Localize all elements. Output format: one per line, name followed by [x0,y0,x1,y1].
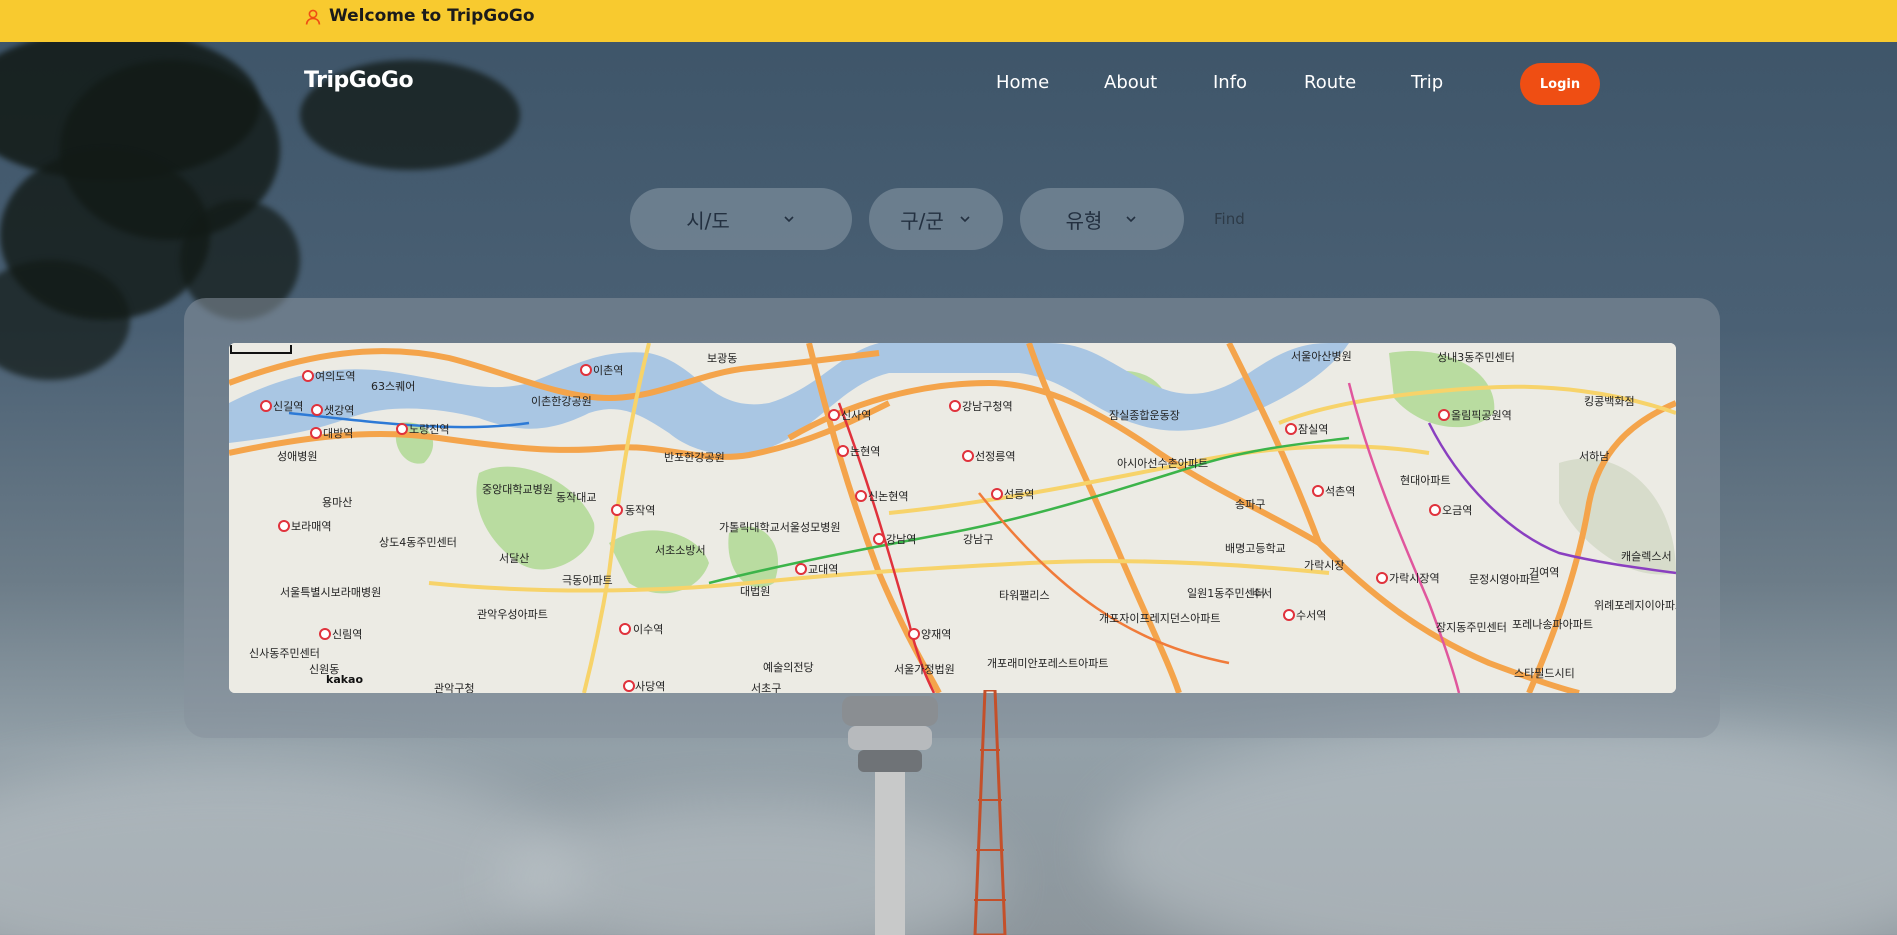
svg-text:반포한강공원: 반포한강공원 [664,451,725,464]
svg-text:송파구: 송파구 [1235,498,1265,511]
site-logo[interactable]: TripGoGo [304,68,414,93]
nav-info[interactable]: Info [1213,72,1247,93]
chevron-down-icon [960,216,970,223]
svg-text:이촌역: 이촌역 [593,364,623,377]
svg-text:신논현역: 신논현역 [868,490,908,503]
svg-text:이수역: 이수역 [633,623,663,636]
svg-text:신림역: 신림역 [332,628,362,641]
svg-text:서울아산병원: 서울아산병원 [1291,350,1352,363]
kakao-attribution: kakao [326,673,364,686]
background-cloud [0,760,580,935]
svg-text:스타필드시티: 스타필드시티 [1514,667,1575,680]
gugun-select-label: 구/군 [900,208,944,233]
svg-text:신길역: 신길역 [273,400,303,413]
login-button[interactable]: Login [1520,63,1600,105]
svg-text:이촌한강공원: 이촌한강공원 [531,395,592,408]
svg-text:교대역: 교대역 [808,563,838,576]
svg-text:가톨릭대학교서울성모병원: 가톨릭대학교서울성모병원 [719,521,840,534]
svg-text:강남구: 강남구 [963,533,993,546]
svg-text:강남구청역: 강남구청역 [962,400,1013,413]
svg-text:현대아파트: 현대아파트 [1400,474,1451,487]
svg-text:63스퀘어: 63스퀘어 [371,380,415,393]
svg-text:서울가정법원: 서울가정법원 [894,663,955,676]
svg-text:노량진역: 노량진역 [409,423,449,436]
svg-text:잠실종합운동장: 잠실종합운동장 [1109,409,1180,422]
svg-text:극동아파트: 극동아파트 [562,574,613,587]
map-scale-bar [230,345,292,354]
svg-text:타워팰리스: 타워팰리스 [999,589,1050,602]
svg-text:동작역: 동작역 [625,504,655,517]
svg-text:신사역: 신사역 [841,409,871,422]
svg-text:관악우성아파트: 관악우성아파트 [477,608,548,621]
svg-text:개포자이프레지던스아파트: 개포자이프레지던스아파트 [1099,612,1220,625]
svg-text:가락시장역: 가락시장역 [1389,572,1440,585]
svg-text:예술의전당: 예술의전당 [763,661,814,674]
gugun-select[interactable]: 구/군 [869,188,1003,250]
svg-text:강남역: 강남역 [886,533,916,546]
svg-text:성애병원: 성애병원 [277,450,317,463]
namsan-tower [842,690,1007,935]
svg-text:서울특별시보라매병원: 서울특별시보라매병원 [280,586,381,599]
svg-text:논현역: 논현역 [850,445,880,458]
svg-text:대방역: 대방역 [323,427,353,440]
svg-text:올림픽공원역: 올림픽공원역 [1451,409,1512,422]
background-cloud [1100,720,1897,935]
svg-text:보광동: 보광동 [707,352,737,365]
svg-text:중앙대학교병원: 중앙대학교병원 [482,483,553,496]
svg-text:수서역: 수서역 [1296,609,1326,622]
svg-text:양재역: 양재역 [921,628,951,641]
welcome-text: Welcome to TripGoGo [329,6,535,26]
svg-text:서초소방서: 서초소방서 [655,544,706,557]
svg-text:아시아선수촌아파트: 아시아선수촌아파트 [1117,457,1208,470]
kakao-map[interactable]: 이촌역 보광동 반포한강공원 신사역 논현역 신논현역 강남역 교대역 양재역 … [229,343,1676,693]
svg-text:석촌역: 석촌역 [1325,485,1355,498]
welcome-banner: Welcome to TripGoGo [0,0,1897,42]
find-button[interactable]: Find [1214,210,1245,228]
svg-text:대법원: 대법원 [740,585,770,598]
svg-text:선정릉역: 선정릉역 [975,450,1015,463]
chevron-down-icon [784,216,794,223]
svg-text:성내3동주민센터: 성내3동주민센터 [1437,351,1515,364]
svg-text:가락시장: 가락시장 [1304,559,1344,572]
svg-text:사당역: 사당역 [635,680,665,693]
svg-text:배명고등학교: 배명고등학교 [1225,542,1286,555]
svg-text:상도4동주민센터: 상도4동주민센터 [379,536,457,549]
sido-select-label: 시/도 [686,208,730,233]
svg-text:동작대교: 동작대교 [556,491,596,504]
map-canvas[interactable]: 이촌역 보광동 반포한강공원 신사역 논현역 신논현역 강남역 교대역 양재역 … [229,343,1676,693]
svg-text:캐슬렉스서: 캐슬렉스서 [1621,550,1672,563]
svg-text:용마산: 용마산 [322,496,352,509]
nav-route[interactable]: Route [1304,72,1356,93]
svg-text:샛강역: 샛강역 [324,404,354,417]
person-icon [305,9,321,25]
nav-trip[interactable]: Trip [1411,72,1443,93]
svg-text:보라매역: 보라매역 [291,520,331,533]
svg-text:장지동주민센터: 장지동주민센터 [1436,621,1507,634]
svg-text:관악구청: 관악구청 [434,682,474,693]
sido-select[interactable]: 시/도 [630,188,852,250]
svg-text:일원1동주민센터: 일원1동주민센터 [1187,586,1265,600]
svg-text:서달산: 서달산 [499,552,529,565]
svg-text:문정시영아파트: 문정시영아파트 [1469,573,1540,586]
svg-text:서초구: 서초구 [751,682,781,693]
svg-text:오금역: 오금역 [1442,504,1472,517]
svg-text:선릉역: 선릉역 [1004,488,1034,501]
svg-text:개포래미안포레스트아파트: 개포래미안포레스트아파트 [987,657,1108,670]
svg-text:서하남: 서하남 [1579,449,1609,463]
svg-text:신사동주민센터: 신사동주민센터 [249,647,320,660]
svg-text:포레나송파아파트: 포레나송파아파트 [1512,618,1593,631]
svg-text:킹콩백화점: 킹콩백화점 [1584,395,1635,408]
svg-text:잠실역: 잠실역 [1298,423,1328,436]
svg-text:여의도역: 여의도역 [315,370,355,383]
chevron-down-icon [1126,216,1136,223]
svg-text:위례포레지이아파트: 위례포레지이아파트 [1594,599,1676,612]
type-select[interactable]: 유형 [1020,188,1184,250]
nav-home[interactable]: Home [996,72,1049,93]
type-select-label: 유형 [1065,208,1103,233]
nav-about[interactable]: About [1104,72,1157,93]
